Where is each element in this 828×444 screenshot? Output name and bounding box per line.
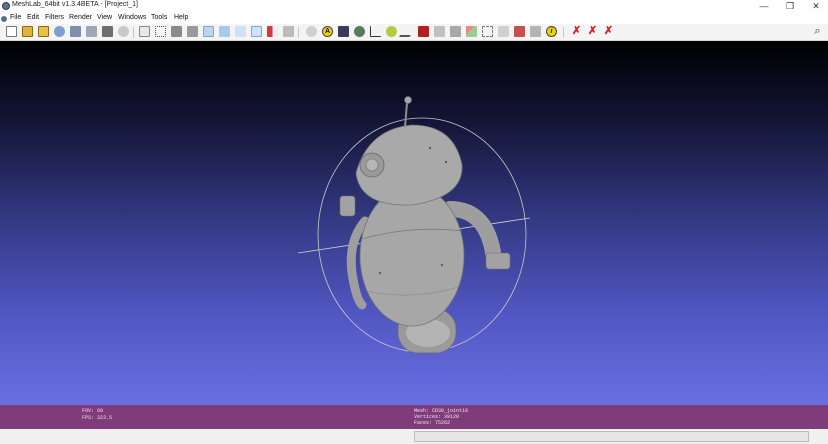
progress-bar <box>414 431 809 442</box>
transform-icon[interactable] <box>530 26 541 37</box>
fov-readout: FOV: 60 <box>82 408 104 414</box>
info-bar: FOV: 60 FPS: 323.5 Mesh: CD30_joint18 Ve… <box>0 405 828 429</box>
robot-right-claw <box>485 252 511 270</box>
robot-rivet <box>378 271 382 275</box>
points-icon[interactable] <box>155 26 166 37</box>
menu-view[interactable]: View <box>97 14 112 21</box>
hidden-lines-icon[interactable] <box>187 26 198 37</box>
main-toolbar: A i ✗ ✗ ✗ ⌕ <box>0 24 828 41</box>
robot-body <box>359 185 465 327</box>
faces-readout: Faces: 75262 <box>414 420 451 426</box>
menu-help[interactable]: Help <box>174 14 188 21</box>
color-icon[interactable] <box>267 26 278 37</box>
import-mesh-icon[interactable] <box>38 26 49 37</box>
robot-antenna <box>404 102 408 128</box>
close-button[interactable]: ✕ <box>804 0 828 13</box>
robot-rivet <box>440 263 444 267</box>
light-bulb-icon[interactable] <box>251 26 262 37</box>
align-icon[interactable] <box>434 26 445 37</box>
vertex-icon[interactable] <box>498 26 509 37</box>
menu-filters[interactable]: Filters <box>45 14 64 21</box>
pick-icon[interactable] <box>386 26 397 37</box>
texture-icon[interactable] <box>283 26 294 37</box>
robot-left-claw <box>339 195 356 217</box>
open-project-icon[interactable] <box>22 26 33 37</box>
rotate-icon[interactable] <box>306 26 317 37</box>
delete-faces-icon[interactable]: ✗ <box>587 26 598 37</box>
export-mesh-icon[interactable] <box>70 26 81 37</box>
minimize-button[interactable]: — <box>752 0 776 13</box>
3d-viewport[interactable] <box>0 41 828 405</box>
menu-bar: File Edit Filters Render View Windows To… <box>0 13 828 24</box>
meshlab-app-icon <box>2 2 10 10</box>
bounding-box-icon[interactable] <box>139 26 150 37</box>
select-icon[interactable] <box>418 26 429 37</box>
menu-edit[interactable]: Edit <box>27 14 39 21</box>
menu-render[interactable]: Render <box>69 14 92 21</box>
flat-icon[interactable] <box>219 26 230 37</box>
smooth-icon[interactable] <box>235 26 246 37</box>
info-icon[interactable]: i <box>546 26 557 37</box>
fps-readout: FPS: 323.5 <box>82 415 113 421</box>
reload-icon[interactable] <box>54 26 65 37</box>
toolbar-separator <box>563 27 564 38</box>
face-icon[interactable] <box>514 26 525 37</box>
measure-icon[interactable] <box>370 26 381 37</box>
document-menu-icon[interactable] <box>1 16 7 22</box>
paint-brush-icon[interactable] <box>398 26 417 37</box>
new-project-icon[interactable] <box>6 26 17 37</box>
toolbar-separator <box>133 27 134 38</box>
delete-selected-icon[interactable]: ✗ <box>571 26 582 37</box>
layer-icon[interactable] <box>118 26 129 37</box>
edit-icon[interactable] <box>450 26 461 37</box>
menu-windows[interactable]: Windows <box>118 14 146 21</box>
select-region-icon[interactable] <box>482 26 493 37</box>
delete-vertices-icon[interactable]: ✗ <box>603 26 614 37</box>
window-title: MeshLab_64bit v1.3.4BETA - [Project_1] <box>12 1 138 8</box>
robot-mesh-render <box>297 96 531 354</box>
robot-rivet <box>444 160 448 164</box>
shader-icon[interactable] <box>338 26 349 37</box>
font-icon[interactable]: A <box>322 26 333 37</box>
layers-icon[interactable] <box>354 26 365 37</box>
wireframe-icon[interactable] <box>171 26 182 37</box>
search-icon[interactable]: ⌕ <box>812 26 823 37</box>
title-bar: MeshLab_64bit v1.3.4BETA - [Project_1] —… <box>0 0 828 13</box>
paint-icon[interactable] <box>466 26 477 37</box>
flat-lines-icon[interactable] <box>203 26 214 37</box>
robot-antenna-tip <box>404 96 412 104</box>
save-icon[interactable] <box>102 26 113 37</box>
toolbar-separator <box>298 27 299 38</box>
menu-tools[interactable]: Tools <box>151 14 167 21</box>
maximize-button[interactable]: ❐ <box>778 0 802 13</box>
robot-rivet <box>428 146 432 150</box>
snapshot-icon[interactable] <box>86 26 97 37</box>
robot-eye-lens <box>365 158 379 172</box>
menu-file[interactable]: File <box>10 14 21 21</box>
